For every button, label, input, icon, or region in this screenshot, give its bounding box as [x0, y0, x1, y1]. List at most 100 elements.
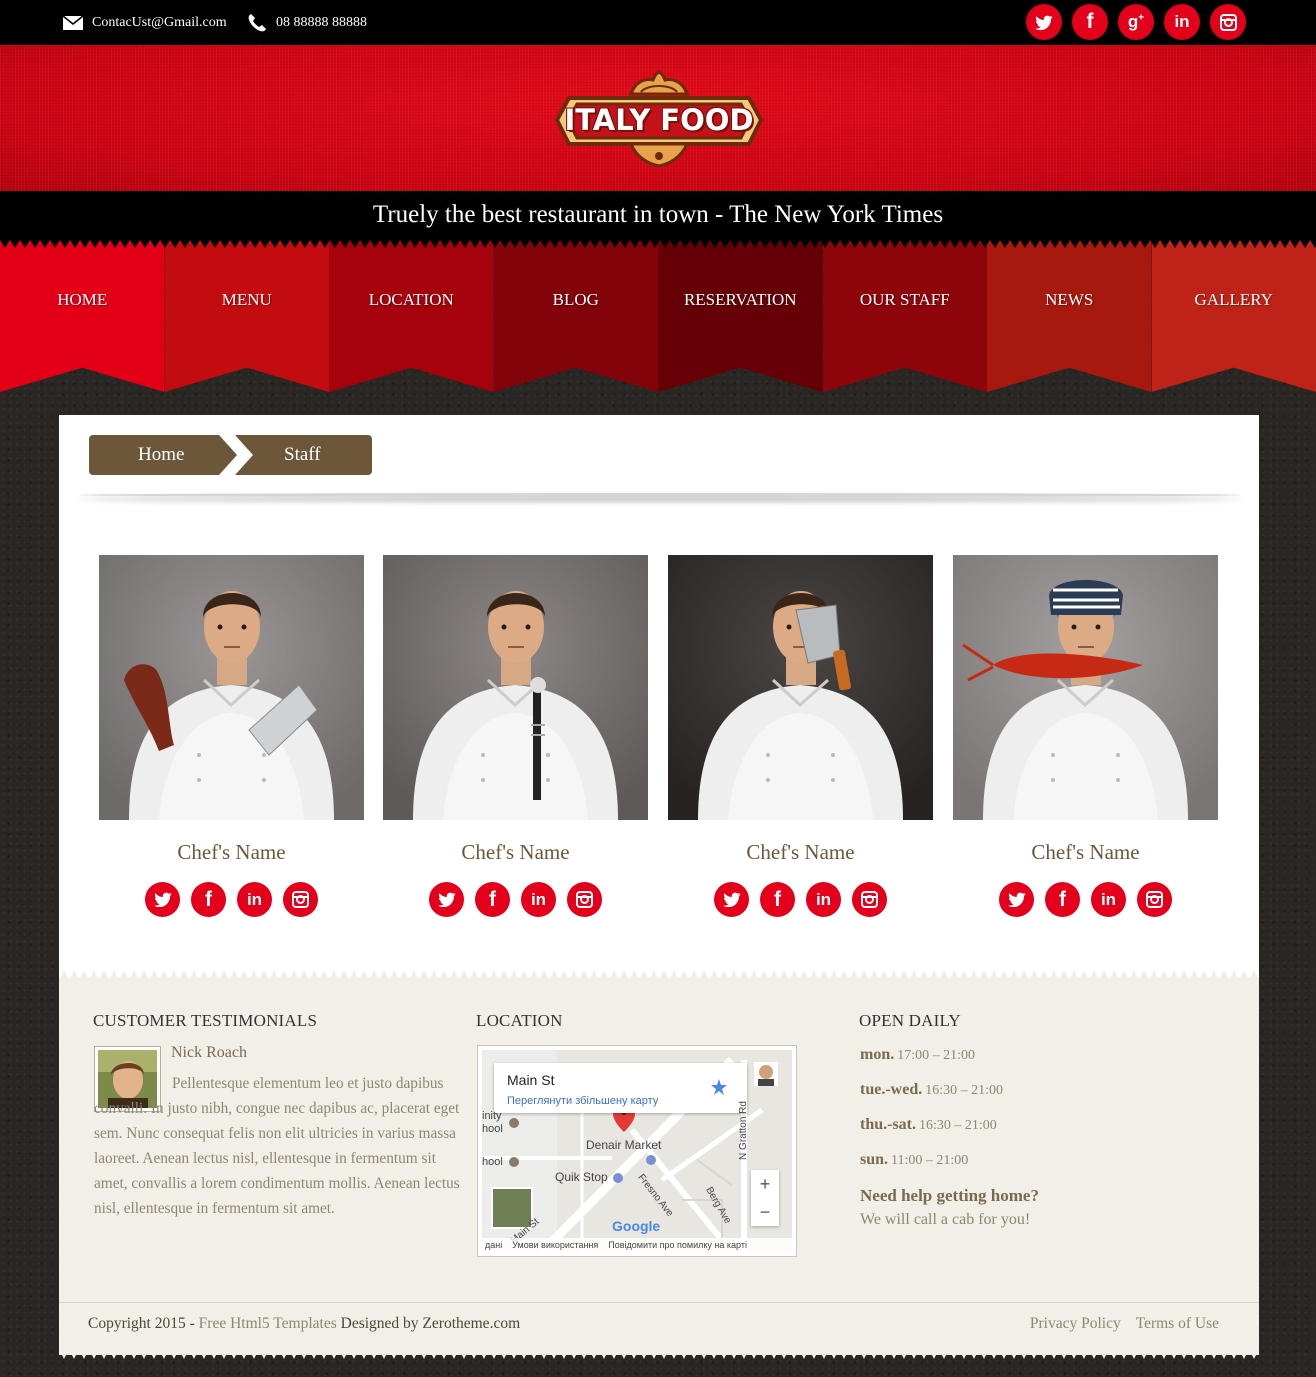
nav-label: BLOG: [552, 290, 599, 309]
phone-text: 08 88888 88888: [276, 14, 367, 30]
templates-link[interactable]: Free Html5 Templates: [199, 1315, 337, 1332]
hours-time: 11:00 – 21:00: [891, 1153, 969, 1168]
map-attribution-item[interactable]: Умови використання: [512, 1240, 598, 1250]
nav-item-our-staff[interactable]: OUR STAFF: [822, 240, 987, 392]
copyright: Copyright 2015 - Free Html5 Templates De…: [88, 1315, 520, 1333]
twitter-icon[interactable]: [1026, 4, 1062, 40]
map-attribution-item[interactable]: Повідомити про помилку на карті: [608, 1240, 747, 1250]
hours-time: 16:30 – 21:00: [925, 1083, 1003, 1098]
hours-day: thu.-sat.: [860, 1116, 917, 1133]
footer-zigzag-bottom: [59, 1349, 1259, 1359]
phone-icon: [248, 13, 266, 31]
footer-links: Privacy Policy Terms of Use: [1030, 1315, 1219, 1333]
nav-item-news[interactable]: NEWS: [987, 240, 1152, 392]
instagram-icon[interactable]: [852, 882, 887, 917]
nav-label: HOME: [57, 290, 108, 309]
terms-of-use-link[interactable]: Terms of Use: [1136, 1315, 1219, 1333]
testimonial-text: Pellentesque elementum leo et justo dapi…: [94, 1075, 460, 1217]
chef-name[interactable]: Chef's Name: [383, 840, 648, 865]
chef-name[interactable]: Chef's Name: [99, 840, 364, 865]
linkedin-icon[interactable]: in: [1091, 882, 1126, 917]
twitter-icon[interactable]: [145, 882, 180, 917]
facebook-icon[interactable]: f: [475, 882, 510, 917]
map-attribution: дані Умови використання Повідомити про пом…: [482, 1238, 792, 1252]
chef-social-links: f in: [99, 882, 364, 917]
chef-photo[interactable]: [953, 555, 1218, 820]
nav-label: OUR STAFF: [859, 290, 950, 309]
contact-email[interactable]: ContacUst@Gmail.com: [63, 0, 227, 45]
linkedin-icon[interactable]: in: [521, 882, 556, 917]
map-place-title: Main St: [507, 1072, 555, 1088]
location-map[interactable]: Main St Переглянути збільшену карту Dena…: [477, 1045, 797, 1257]
chef-social-links: f in: [953, 882, 1218, 917]
map-larger-link[interactable]: Переглянути збільшену карту: [507, 1095, 658, 1107]
nav-item-home[interactable]: HOME: [0, 240, 165, 392]
logo-text: ITALY FOOD: [564, 103, 754, 137]
chef-photo[interactable]: [668, 555, 933, 820]
staff-card: Chef's Name f in: [99, 555, 364, 917]
main-nav: HOME MENU LOCATION BLOG RESERVATION OUR STAFF…: [0, 240, 1316, 395]
linkedin-icon[interactable]: in: [237, 882, 272, 917]
hours-row: tue.-wed. 16:30 – 21:00: [860, 1081, 1003, 1116]
staff-panel: Home Staff Chef's Name f in Chef's Name f in: [59, 415, 1259, 980]
nav-item-menu[interactable]: MENU: [164, 240, 329, 392]
chef-photo[interactable]: [99, 555, 364, 820]
contact-phone[interactable]: 08 88888 88888: [247, 0, 367, 45]
chef-name[interactable]: Chef's Name: [953, 840, 1218, 865]
twitter-icon[interactable]: [429, 882, 464, 917]
nav-zigzag-edge: [0, 240, 1316, 248]
copyright-suffix: Designed by Zerotheme.com: [336, 1315, 521, 1332]
twitter-icon[interactable]: [999, 882, 1034, 917]
chef-photo[interactable]: [383, 555, 648, 820]
top-social-links: f g+ in: [1026, 4, 1246, 40]
nav-item-gallery[interactable]: GALLERY: [1151, 240, 1316, 392]
footer-divider: [59, 1302, 1259, 1303]
hours-row: thu.-sat. 16:30 – 21:00: [860, 1116, 1003, 1151]
instagram-icon[interactable]: [1210, 4, 1246, 40]
nav-label: RESERVATION: [683, 290, 797, 309]
nav-label: LOCATION: [368, 290, 454, 309]
chef-name[interactable]: Chef's Name: [668, 840, 933, 865]
facebook-icon[interactable]: f: [1045, 882, 1080, 917]
twitter-icon[interactable]: [714, 882, 749, 917]
map-label-school1: inity hool: [482, 1110, 503, 1135]
star-icon[interactable]: [711, 1079, 727, 1095]
google-plus-icon[interactable]: g+: [1118, 4, 1154, 40]
privacy-policy-link[interactable]: Privacy Policy: [1030, 1315, 1121, 1333]
instagram-icon[interactable]: [567, 882, 602, 917]
instagram-icon[interactable]: [1137, 882, 1172, 917]
facebook-icon[interactable]: f: [191, 882, 226, 917]
hours-day: sun.: [860, 1151, 889, 1168]
email-text: ContacUst@Gmail.com: [92, 14, 227, 30]
nav-item-reservation[interactable]: RESERVATION: [658, 240, 823, 392]
location-heading: LOCATION: [476, 1011, 563, 1030]
nav-label: NEWS: [1045, 290, 1094, 309]
staff-card: Chef's Name f in: [383, 555, 648, 917]
hours-day: mon.: [860, 1046, 895, 1063]
testimonials-heading: CUSTOMER TESTIMONIALS: [93, 1011, 318, 1030]
linkedin-icon[interactable]: in: [1164, 4, 1200, 40]
map-label-denair: Denair Market: [586, 1138, 662, 1152]
nav-item-location[interactable]: LOCATION: [329, 240, 494, 392]
nav-label: GALLERY: [1194, 290, 1273, 309]
top-bar: ContacUst@Gmail.com 08 88888 88888 f g+ in: [0, 0, 1316, 45]
map-label-school2: hool: [482, 1156, 503, 1168]
zoom-in-button[interactable]: +: [751, 1170, 779, 1198]
nav-item-blog[interactable]: BLOG: [493, 240, 658, 392]
chef-social-links: f in: [668, 882, 933, 917]
testimonial-author: Nick Roach: [171, 1044, 247, 1061]
site-logo[interactable]: ITALY FOOD: [553, 62, 765, 172]
staff-card: Chef's Name f in: [668, 555, 933, 917]
help-question: Need help getting home?: [860, 1186, 1039, 1205]
help-answer: We will call a cab for you!: [860, 1211, 1031, 1228]
hours-time: 16:30 – 21:00: [919, 1118, 997, 1133]
map-info-card: Main St Переглянути збільшену карту: [494, 1063, 747, 1113]
linkedin-icon[interactable]: in: [806, 882, 841, 917]
copyright-prefix: Copyright 2015 -: [88, 1315, 199, 1332]
zoom-out-button[interactable]: −: [751, 1198, 779, 1226]
facebook-icon[interactable]: f: [760, 882, 795, 917]
instagram-icon[interactable]: [283, 882, 318, 917]
chef-social-links: f in: [383, 882, 648, 917]
facebook-icon[interactable]: f: [1072, 4, 1108, 40]
breadcrumb-home[interactable]: Home: [89, 435, 237, 475]
